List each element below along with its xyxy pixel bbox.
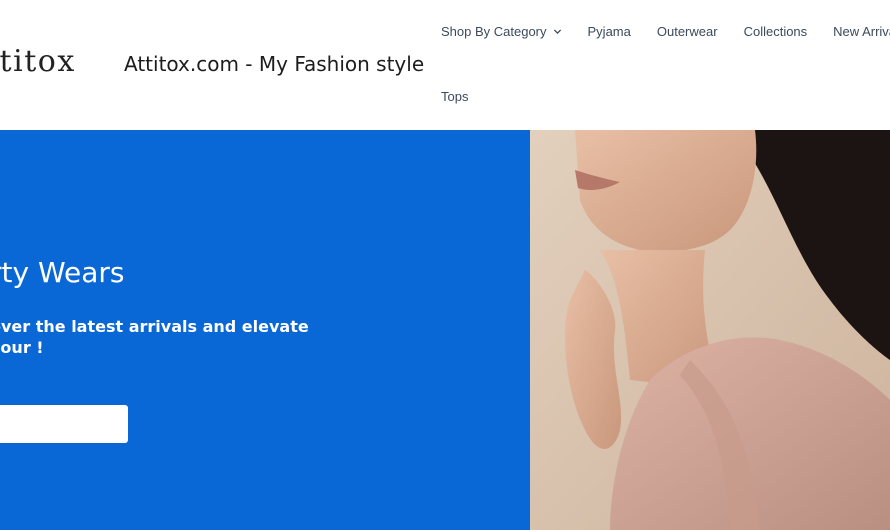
site-header: ttitox Attitox.com - My Fashion style Sh… bbox=[0, 0, 890, 130]
nav-item-label: Pyjama bbox=[587, 24, 631, 39]
nav-item-label: Tops bbox=[441, 89, 469, 104]
hero-panel: rty Wears over the latest arrivals and e… bbox=[0, 130, 530, 530]
main-nav: Shop By Category Pyjama Outerwear Collec… bbox=[441, 24, 890, 39]
site-title[interactable]: Attitox.com - My Fashion style bbox=[124, 52, 424, 76]
nav-item-new-arrivals[interactable]: New Arrivals bbox=[833, 24, 890, 39]
nav-item-outerwear[interactable]: Outerwear bbox=[657, 24, 718, 39]
hero-image bbox=[530, 130, 890, 530]
nav-item-label: New Arrivals bbox=[833, 24, 890, 39]
nav-item-tops[interactable]: Tops bbox=[441, 89, 468, 104]
hero-heading: rty Wears bbox=[0, 256, 125, 289]
nav-item-label: Outerwear bbox=[656, 24, 718, 39]
model-portrait-photo bbox=[530, 130, 890, 530]
hero-subtext: over the latest arrivals and elevate you… bbox=[0, 317, 309, 357]
nav-item-label: Shop By Category bbox=[441, 24, 547, 39]
nav-item-pyjama[interactable]: Pyjama bbox=[588, 24, 631, 39]
hero-cta-button[interactable] bbox=[0, 405, 128, 443]
site-logo[interactable]: ttitox bbox=[0, 44, 76, 79]
nav-item-collections[interactable]: Collections bbox=[744, 24, 808, 39]
nav-item-label: Collections bbox=[743, 24, 808, 39]
chevron-down-icon bbox=[553, 29, 561, 35]
nav-item-shop-by-category[interactable]: Shop By Category bbox=[441, 24, 562, 39]
